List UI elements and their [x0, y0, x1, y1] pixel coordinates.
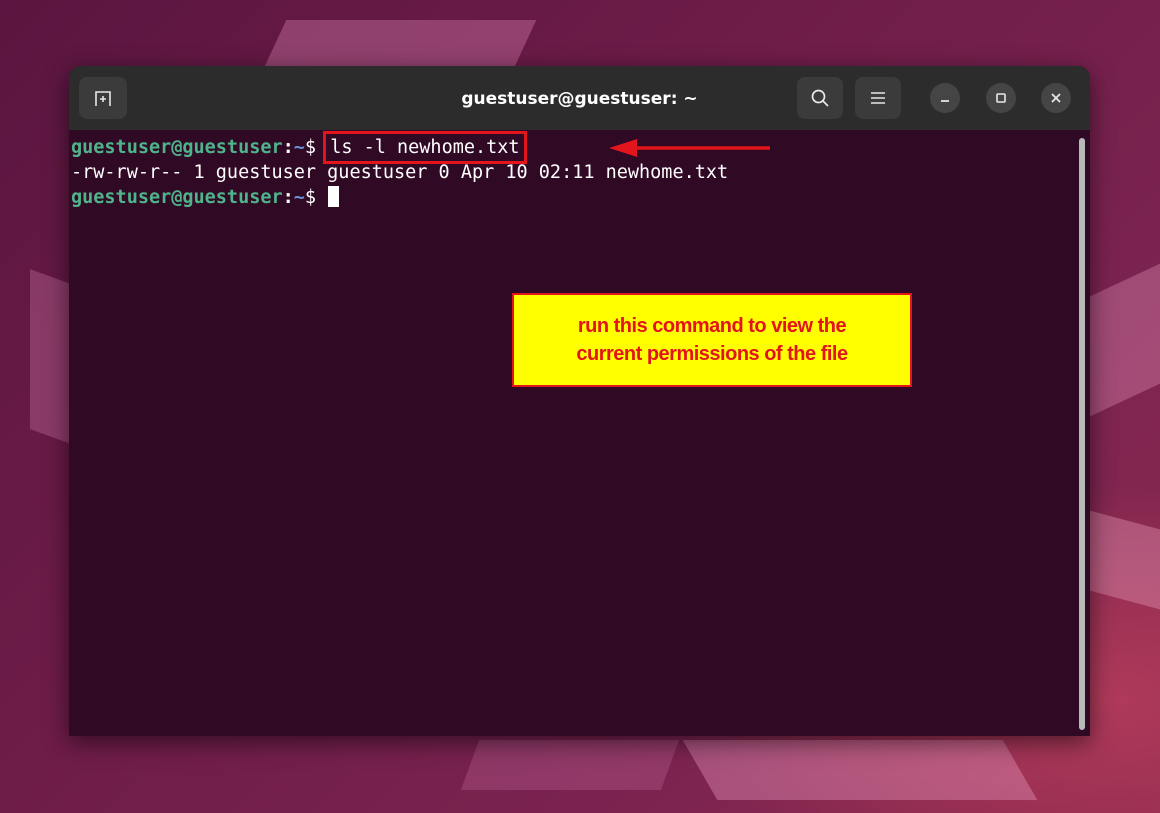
prompt-separator: :	[282, 187, 294, 208]
maximize-icon	[996, 93, 1006, 103]
prompt-user-host: guestuser@guestuser	[71, 137, 283, 158]
prompt-dollar: $	[304, 187, 328, 208]
annotation-arrow-icon	[609, 139, 770, 157]
terminal-line: guestuser@guestuser:~$ ls -l newhome.txt	[71, 131, 527, 164]
highlighted-command: ls -l newhome.txt	[323, 131, 527, 164]
minimize-button[interactable]	[930, 83, 960, 113]
new-tab-button[interactable]	[79, 77, 127, 119]
text-cursor	[328, 186, 340, 207]
new-tab-icon	[95, 91, 111, 106]
menu-button[interactable]	[855, 77, 901, 119]
titlebar[interactable]: guestuser@guestuser: ~	[69, 66, 1090, 130]
prompt-directory: ~	[293, 187, 305, 208]
wallpaper-shape	[1090, 510, 1160, 610]
close-icon	[1051, 93, 1061, 103]
desktop-wallpaper: guestuser@guestuser: ~ guestuser@guestus…	[0, 0, 1160, 813]
annotation-text-line-1: run this command to view the	[577, 315, 847, 337]
terminal-line: guestuser@guestuser:~$	[71, 185, 340, 210]
annotation-callout: run this command to view the current per…	[512, 293, 912, 387]
minimize-icon	[941, 100, 949, 102]
terminal-output-line: -rw-rw-r-- 1 guestuser guestuser 0 Apr 1…	[71, 162, 729, 183]
hamburger-menu-icon	[871, 92, 885, 104]
prompt-dollar: $	[304, 137, 328, 158]
annotation-text-line-2: current permissions of the file	[576, 343, 848, 365]
prompt-directory: ~	[293, 137, 305, 158]
scrollbar[interactable]	[1079, 138, 1085, 730]
maximize-button[interactable]	[986, 83, 1016, 113]
search-icon	[811, 89, 829, 107]
prompt-separator: :	[282, 137, 294, 158]
wallpaper-shape	[1090, 263, 1160, 417]
terminal-output-area[interactable]: guestuser@guestuser:~$ ls -l newhome.txt…	[69, 130, 1071, 736]
prompt-user-host: guestuser@guestuser	[71, 187, 283, 208]
close-button[interactable]	[1041, 83, 1071, 113]
wallpaper-shape	[682, 740, 1038, 800]
search-button[interactable]	[797, 77, 843, 119]
terminal-window: guestuser@guestuser: ~ guestuser@guestus…	[69, 66, 1090, 736]
wallpaper-shape	[460, 740, 680, 790]
